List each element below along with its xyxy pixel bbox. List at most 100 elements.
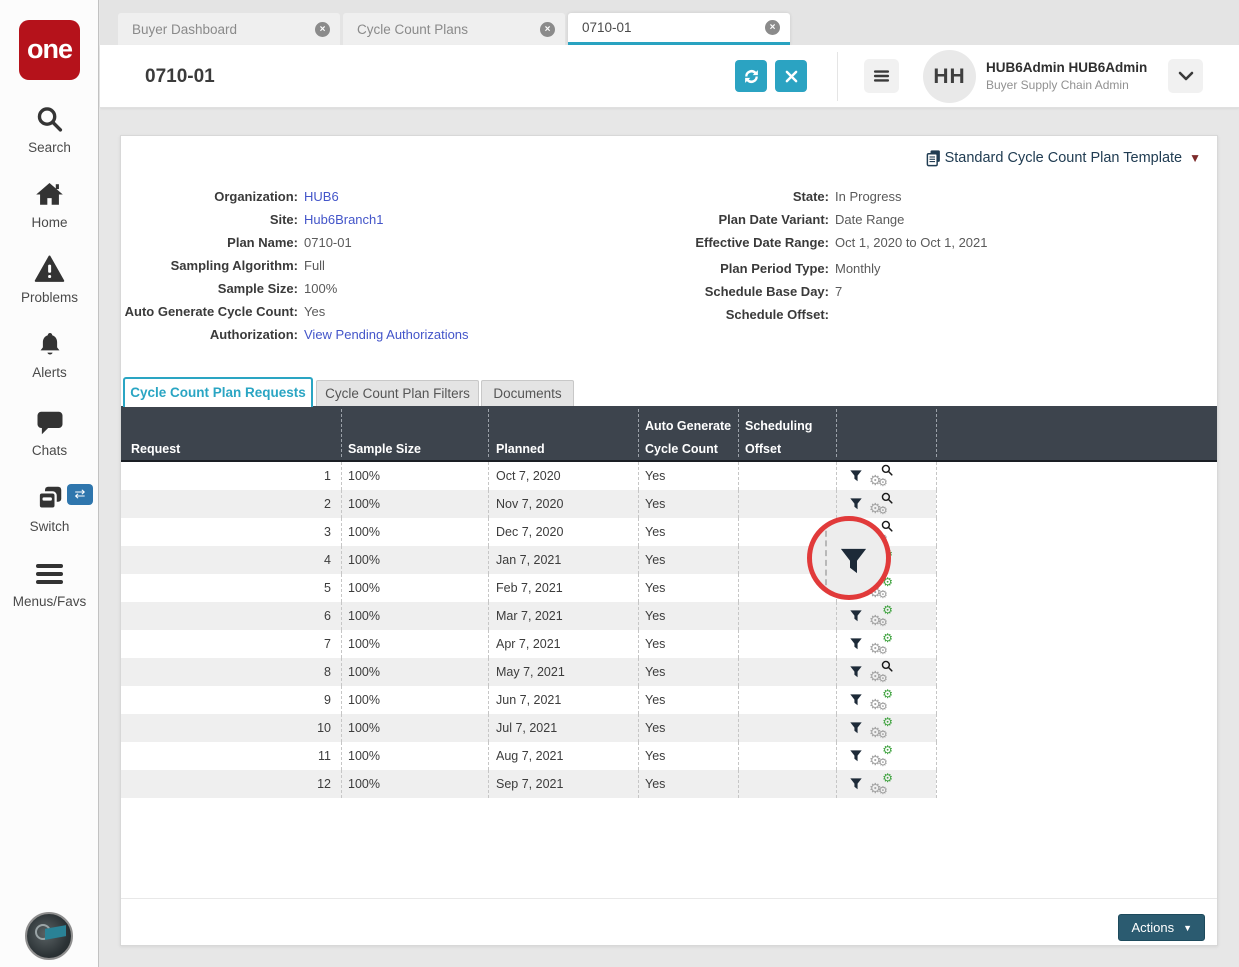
- site-link[interactable]: Hub6Branch1: [304, 212, 384, 227]
- cell-row-actions: ⚙⚙ ⚙: [836, 742, 936, 770]
- detail-schedule-offset: Schedule Offset: [551, 307, 835, 322]
- filter-icon[interactable]: [849, 777, 863, 791]
- page: { "sidebar": { "logo": "one", "items": […: [0, 0, 1239, 967]
- gear-icon: ⚙: [878, 730, 888, 741]
- divider: [825, 521, 827, 595]
- table-row[interactable]: 8 100% May 7, 2021 Yes ⚙⚙ ⚙: [121, 658, 936, 686]
- gear-icon: ⚙: [878, 590, 888, 601]
- cell-request: 5: [121, 574, 331, 602]
- user-menu-button[interactable]: [1168, 59, 1203, 93]
- sidebar-item-problems[interactable]: Problems: [0, 254, 99, 305]
- cell-planned: Jul 7, 2021: [496, 714, 557, 742]
- generate-cycle-count-icon[interactable]: ⚙⚙ ⚙: [869, 495, 895, 514]
- tab-buyer-dashboard[interactable]: Buyer Dashboard ×: [118, 13, 340, 45]
- cell-request: 9: [121, 686, 331, 714]
- hamburger-icon: [873, 69, 890, 83]
- detail-sampling-algorithm: Sampling AlgorithmFull: [121, 258, 325, 273]
- table-row[interactable]: 11 100% Aug 7, 2021 Yes ⚙⚙ ⚙: [121, 742, 936, 770]
- cell-request: 10: [121, 714, 331, 742]
- view-pending-authorizations-link[interactable]: View Pending Authorizations: [304, 327, 469, 342]
- detail-sample-size: Sample Size100%: [121, 281, 337, 296]
- cell-auto-generate: Yes: [645, 742, 665, 770]
- close-icon[interactable]: ×: [540, 22, 555, 37]
- cell-request: 7: [121, 630, 331, 658]
- cell-planned: May 7, 2021: [496, 658, 565, 686]
- cell-planned: Aug 7, 2021: [496, 742, 563, 770]
- detail-organization: OrganizationHUB6: [121, 189, 339, 204]
- filter-icon[interactable]: [849, 665, 863, 679]
- magnifier-icon: [881, 520, 893, 532]
- organization-link[interactable]: HUB6: [304, 189, 339, 204]
- one-logo[interactable]: one: [19, 20, 80, 80]
- actions-button[interactable]: Actions ▼: [1118, 914, 1205, 941]
- table-row[interactable]: 6 100% Mar 7, 2021 Yes ⚙⚙ ⚙: [121, 602, 936, 630]
- context-menu-button[interactable]: [864, 59, 899, 93]
- col-request: Request: [131, 442, 180, 456]
- filter-icon[interactable]: [849, 469, 863, 483]
- tab-cycle-count-plan-filters[interactable]: Cycle Count Plan Filters: [316, 380, 479, 407]
- page-header: 0710-01 HH HUB6Admin HUB6Admin Buyer Sup…: [100, 45, 1239, 108]
- generate-cycle-count-icon[interactable]: ⚙⚙ ⚙: [869, 663, 895, 682]
- cell-auto-generate: Yes: [645, 574, 665, 602]
- filter-icon[interactable]: [849, 497, 863, 511]
- cell-planned: Jan 7, 2021: [496, 546, 561, 574]
- tab-cycle-count-plans[interactable]: Cycle Count Plans ×: [343, 13, 565, 45]
- generate-cycle-count-icon[interactable]: ⚙⚙ ⚙: [869, 467, 895, 486]
- table-row[interactable]: 12 100% Sep 7, 2021 Yes ⚙⚙ ⚙: [121, 770, 936, 798]
- close-icon[interactable]: ×: [765, 20, 780, 35]
- cell-sample-size: 100%: [348, 518, 380, 546]
- gear-icon: ⚙: [878, 674, 888, 685]
- cell-request: 8: [121, 658, 331, 686]
- table-row[interactable]: 1 100% Oct 7, 2020 Yes ⚙⚙ ⚙: [121, 462, 936, 490]
- sidebar-item-chats[interactable]: Chats: [0, 409, 99, 458]
- sidebar-item-menus-favs[interactable]: Menus/Favs: [0, 560, 99, 609]
- cell-planned: Apr 7, 2021: [496, 630, 561, 658]
- filter-icon[interactable]: [849, 637, 863, 651]
- generate-cycle-count-icon[interactable]: ⚙⚙ ⚙: [869, 719, 895, 738]
- filter-icon: [838, 545, 869, 578]
- col-auto-generate-line2: Cycle Count: [645, 442, 718, 456]
- magnifier-icon: [881, 492, 893, 504]
- assistant-bot-button[interactable]: [25, 912, 73, 960]
- filter-icon[interactable]: [849, 693, 863, 707]
- detail-plan-date-variant: Plan Date VariantDate Range: [551, 212, 904, 227]
- table-row[interactable]: 9 100% Jun 7, 2021 Yes ⚙⚙ ⚙: [121, 686, 936, 714]
- cell-row-actions: ⚙⚙ ⚙: [836, 602, 936, 630]
- generate-cycle-count-icon[interactable]: ⚙⚙ ⚙: [869, 691, 895, 710]
- filter-icon[interactable]: [849, 749, 863, 763]
- caret-down-icon: ▼: [1189, 151, 1201, 165]
- filter-icon[interactable]: [849, 609, 863, 623]
- tab-documents[interactable]: Documents: [481, 380, 574, 407]
- generate-cycle-count-icon[interactable]: ⚙⚙ ⚙: [869, 775, 895, 794]
- generate-cycle-count-icon[interactable]: ⚙⚙ ⚙: [869, 635, 895, 654]
- filter-icon[interactable]: [849, 721, 863, 735]
- sidebar-item-home[interactable]: Home: [0, 180, 99, 230]
- generate-cycle-count-icon[interactable]: ⚙⚙ ⚙: [869, 607, 895, 626]
- table-row[interactable]: 2 100% Nov 7, 2020 Yes ⚙⚙ ⚙: [121, 490, 936, 518]
- green-gear-icon: ⚙: [882, 604, 893, 616]
- close-view-button[interactable]: [775, 60, 807, 92]
- close-icon[interactable]: ×: [315, 22, 330, 37]
- avatar[interactable]: HH: [923, 50, 976, 103]
- table-row[interactable]: 10 100% Jul 7, 2021 Yes ⚙⚙ ⚙: [121, 714, 936, 742]
- cell-request: 12: [121, 770, 331, 798]
- gear-icon: ⚙: [878, 702, 888, 713]
- green-gear-icon: ⚙: [882, 688, 893, 700]
- detail-auto-generate: Auto Generate Cycle CountYes: [121, 304, 325, 319]
- refresh-button[interactable]: [735, 60, 767, 92]
- search-icon: [35, 104, 64, 134]
- table-header: Request Sample Size Planned Auto Generat…: [121, 406, 1217, 462]
- cell-request: 11: [121, 742, 331, 770]
- sidebar-item-alerts[interactable]: Alerts: [0, 329, 99, 380]
- magnifier-icon: [881, 660, 893, 672]
- magnifier-icon: [881, 464, 893, 476]
- green-gear-icon: ⚙: [882, 716, 893, 728]
- gear-icon: ⚙: [878, 646, 888, 657]
- table-row[interactable]: 7 100% Apr 7, 2021 Yes ⚙⚙ ⚙: [121, 630, 936, 658]
- tab-0710-01[interactable]: 0710-01 ×: [568, 13, 790, 45]
- sidebar-item-search[interactable]: Search: [0, 104, 99, 155]
- tab-cycle-count-plan-requests[interactable]: Cycle Count Plan Requests: [123, 377, 313, 407]
- generate-cycle-count-icon[interactable]: ⚙⚙ ⚙: [869, 747, 895, 766]
- cell-row-actions: ⚙⚙ ⚙: [836, 770, 936, 798]
- template-selector[interactable]: Standard Cycle Count Plan Template ▼: [925, 149, 1201, 167]
